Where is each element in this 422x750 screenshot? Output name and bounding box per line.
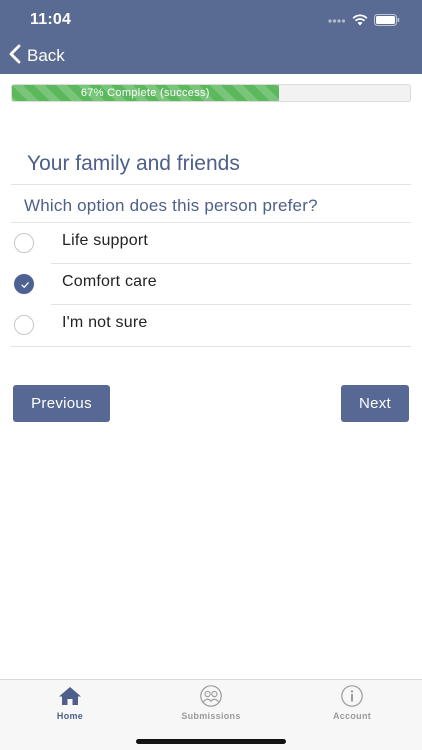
tab-label: Account [332, 711, 372, 721]
status-time: 11:04 [30, 11, 72, 28]
back-label: Back [27, 46, 65, 65]
radio-button-selected[interactable] [14, 274, 34, 294]
progress-fill: 67% Complete (success) [12, 85, 279, 101]
divider [11, 184, 411, 185]
next-button[interactable]: Next [341, 385, 409, 422]
people-icon [198, 685, 224, 707]
radio-button[interactable] [14, 315, 34, 335]
option-comfort-care[interactable]: Comfort care [11, 263, 411, 304]
divider [11, 346, 411, 347]
question-text: Which option does this person prefer? [24, 196, 318, 215]
chevron-left-icon [9, 44, 21, 69]
battery-icon [374, 13, 400, 31]
option-not-sure[interactable]: I'm not sure [11, 304, 411, 345]
status-icons [328, 13, 400, 31]
tab-account[interactable]: Account [282, 680, 422, 730]
previous-button[interactable]: Previous [13, 385, 110, 422]
signal-icon [328, 13, 346, 31]
tab-submissions[interactable]: Submissions [141, 680, 281, 730]
radio-button[interactable] [14, 233, 34, 253]
tab-label: Home [56, 711, 84, 721]
option-label: Comfort care [62, 273, 157, 290]
home-indicator [136, 739, 286, 744]
option-label: I'm not sure [62, 314, 148, 331]
navigation-bar: Back [0, 38, 422, 74]
info-icon [339, 685, 365, 707]
tab-home[interactable]: Home [0, 680, 140, 730]
progress-bar: 67% Complete (success) [11, 84, 411, 102]
wifi-icon [352, 13, 368, 31]
tab-label: Submissions [181, 711, 241, 721]
option-life-support[interactable]: Life support [11, 222, 411, 263]
home-icon [58, 685, 82, 707]
section-title: Your family and friends [27, 152, 240, 175]
status-bar: 11:04 [0, 0, 422, 38]
option-label: Life support [62, 232, 149, 249]
back-button[interactable]: Back [9, 42, 65, 70]
progress-label: 67% Complete (success) [80, 87, 210, 99]
